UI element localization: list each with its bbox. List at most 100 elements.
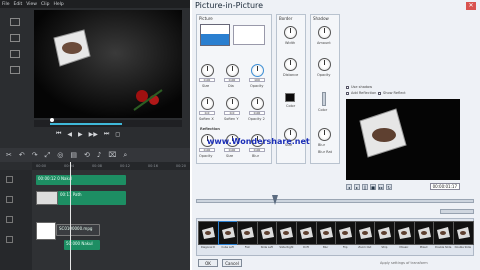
size-knob[interactable] xyxy=(201,64,214,77)
forward-icon[interactable]: ▶▶ xyxy=(89,131,98,138)
knob-value[interactable]: 0.00 xyxy=(249,111,265,115)
section-label: Reflection xyxy=(200,127,220,131)
menu-help[interactable]: Help xyxy=(53,2,63,7)
transition-thumbnail[interactable] xyxy=(276,221,298,245)
clip-thumbnail[interactable] xyxy=(36,222,56,240)
knob-value[interactable]: 0.00 xyxy=(224,78,240,82)
timeline-slider[interactable] xyxy=(196,199,474,203)
pause-icon[interactable]: ‖ xyxy=(362,183,368,190)
transition-thumbnail[interactable] xyxy=(374,221,396,245)
position-buttons[interactable] xyxy=(233,25,265,45)
opacity-2-knob[interactable] xyxy=(251,97,264,110)
transition-thumbnail[interactable] xyxy=(296,221,317,245)
timeline-clip[interactable]: 00:00:12 0 Nakul xyxy=(36,175,126,185)
close-icon[interactable]: ✕ xyxy=(466,2,476,10)
transition-thumbnail[interactable] xyxy=(256,221,278,245)
rotate-icon[interactable]: ⟲ xyxy=(84,151,90,159)
zoom-icon[interactable]: ⌕ xyxy=(123,151,127,160)
knob-label: Size xyxy=(226,154,234,158)
timeline-clip[interactable]: SC0100000.mpg xyxy=(56,224,100,236)
ruler-tick: 00:16 xyxy=(147,164,158,168)
transition-thumbnail[interactable] xyxy=(452,221,474,245)
border-width-knob[interactable] xyxy=(284,26,297,39)
checkbox[interactable] xyxy=(378,92,381,95)
prev-frame-icon[interactable]: ⏮ xyxy=(56,130,61,138)
play-icon[interactable]: ▸ xyxy=(354,183,360,190)
cut-icon[interactable]: ✂ xyxy=(6,151,12,159)
group-title: Border xyxy=(279,16,293,21)
next-frame-icon[interactable]: ⏭ xyxy=(104,130,109,138)
prev-icon[interactable]: ◂ xyxy=(346,183,352,190)
menu-edit[interactable]: Edit xyxy=(14,2,23,7)
shadow-opacity-knob[interactable] xyxy=(318,58,331,71)
text-icon[interactable] xyxy=(10,50,20,58)
audio-track-icon[interactable] xyxy=(6,236,13,243)
soften-x-knob[interactable] xyxy=(201,97,214,110)
transition-thumbnail[interactable] xyxy=(433,221,455,245)
timeline-clip[interactable]: 00:11 Path xyxy=(58,191,126,205)
knob-value[interactable]: 0.0 xyxy=(224,111,240,115)
checkbox[interactable] xyxy=(346,92,349,95)
transition-thumbnail[interactable] xyxy=(198,221,219,245)
menu-clip[interactable]: Clip xyxy=(41,2,50,7)
knob-value[interactable]: 0.00 xyxy=(249,148,265,152)
knob-value[interactable]: 0.00 xyxy=(199,148,215,152)
ok-button[interactable]: OK xyxy=(198,259,218,267)
pip-track-icon[interactable] xyxy=(6,196,13,203)
stop-icon[interactable]: ■ xyxy=(370,183,376,190)
text-track-icon[interactable] xyxy=(6,216,13,223)
loop-icon[interactable]: ↻ xyxy=(386,183,392,190)
transition-thumbnail[interactable] xyxy=(237,221,259,245)
thumbnail-image xyxy=(453,222,473,244)
clip-thumbnail[interactable] xyxy=(36,191,58,205)
play-icon[interactable]: ▶ xyxy=(78,131,83,138)
shadow-blur-knob[interactable] xyxy=(318,128,331,141)
editor-preview xyxy=(34,10,182,118)
checkbox[interactable] xyxy=(346,86,349,89)
transition-thumbnail[interactable] xyxy=(413,221,435,245)
knob-value[interactable]: 100 xyxy=(249,78,265,82)
knob-value[interactable]: 0.0 xyxy=(199,111,215,115)
border-distance-knob[interactable] xyxy=(284,58,297,71)
scrubber-handle[interactable] xyxy=(50,118,54,122)
border-color-swatch[interactable] xyxy=(285,93,295,102)
knob-label: Dia xyxy=(228,84,234,88)
audio-edit-icon[interactable]: ♪ xyxy=(97,151,101,159)
transition-thumbnail[interactable] xyxy=(354,221,376,245)
track-headers xyxy=(0,170,32,270)
timeline-playhead[interactable] xyxy=(70,162,71,270)
zoom-slider[interactable] xyxy=(440,209,474,214)
knob-value[interactable]: 0.00 xyxy=(199,78,215,82)
cancel-button[interactable]: Cancel xyxy=(222,259,242,267)
stop-icon[interactable]: ◻ xyxy=(115,131,120,138)
transition-thumbnail[interactable] xyxy=(217,221,239,245)
delete-icon[interactable]: ⌧ xyxy=(108,151,116,159)
menu-view[interactable]: View xyxy=(26,2,37,7)
video-track-icon[interactable] xyxy=(6,176,13,183)
transition-thumbnail[interactable] xyxy=(315,221,337,245)
next-icon[interactable]: ▸▸ xyxy=(378,183,384,190)
timeline-ruler[interactable]: 00:00 00:04 00:08 00:12 00:16 00:20 xyxy=(32,162,190,170)
redo-icon[interactable]: ↷ xyxy=(32,151,38,159)
transition-thumbnail[interactable] xyxy=(394,221,415,245)
timecode-display[interactable]: 00:00:01:17 xyxy=(429,183,460,190)
split-icon[interactable]: ▤ xyxy=(70,151,77,159)
soften-y-knob[interactable] xyxy=(226,97,239,110)
transition-thumbnail[interactable] xyxy=(335,221,357,245)
menu-file[interactable]: File xyxy=(2,2,10,7)
crop-icon[interactable]: ⤢ xyxy=(45,151,51,160)
shadow-slider[interactable] xyxy=(322,92,326,106)
ruler-tick: 00:08 xyxy=(91,164,103,168)
rewind-icon[interactable]: ◀ xyxy=(67,131,72,138)
opacity-knob[interactable] xyxy=(251,64,264,77)
knob-value[interactable]: 0.00 xyxy=(224,148,240,152)
speed-icon[interactable]: ◎ xyxy=(57,151,63,159)
undo-icon[interactable]: ↶ xyxy=(19,151,25,159)
dia-knob[interactable] xyxy=(226,64,239,77)
thumbnail-image xyxy=(238,222,258,244)
shadow-amount-knob[interactable] xyxy=(318,26,331,39)
media-icon[interactable] xyxy=(10,18,20,26)
audio-icon[interactable] xyxy=(10,34,20,42)
pip-position-preset[interactable] xyxy=(200,24,230,46)
effects-icon[interactable] xyxy=(10,66,20,74)
